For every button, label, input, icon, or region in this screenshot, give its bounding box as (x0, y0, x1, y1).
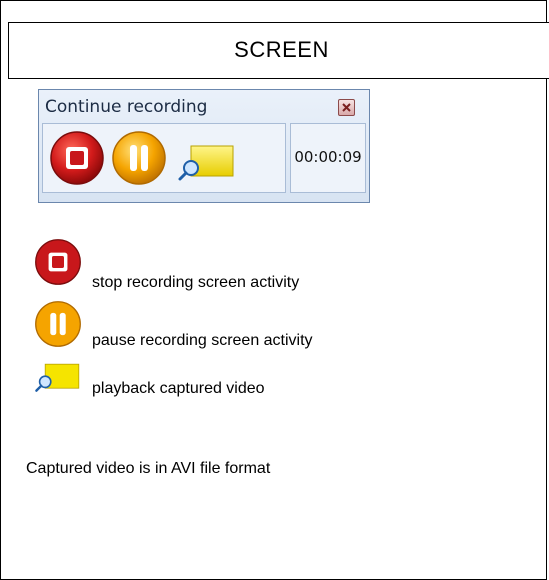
recording-widget: Continue recording 00:00:09 (38, 89, 370, 203)
widget-title: Continue recording (45, 97, 208, 117)
close-icon (342, 103, 351, 112)
stop-button[interactable] (49, 130, 105, 191)
legend-playback-label: playback captured video (92, 380, 265, 397)
legend-stop: stop recording screen activity (34, 238, 299, 291)
page-title: SCREEN (234, 37, 329, 62)
header-box: SCREEN (8, 22, 549, 79)
pause-icon (112, 131, 166, 185)
stop-icon (50, 131, 104, 185)
playback-icon (35, 363, 80, 392)
legend-pause: pause recording screen activity (34, 300, 313, 353)
legend-stop-label: stop recording screen activity (92, 274, 300, 291)
control-buttons (42, 123, 286, 193)
close-button[interactable] (338, 99, 355, 116)
playback-button[interactable] (177, 142, 237, 187)
legend-pause-label: pause recording screen activity (92, 332, 313, 349)
timer-box: 00:00:09 (290, 123, 366, 193)
legend-playback: playback captured video (34, 360, 265, 399)
stop-icon (35, 239, 81, 285)
playback-icon (178, 145, 234, 181)
timer-display: 00:00:09 (294, 148, 362, 166)
format-note: Captured video is in AVI file format (26, 460, 271, 477)
pause-button[interactable] (111, 130, 167, 191)
pause-icon (35, 301, 81, 347)
